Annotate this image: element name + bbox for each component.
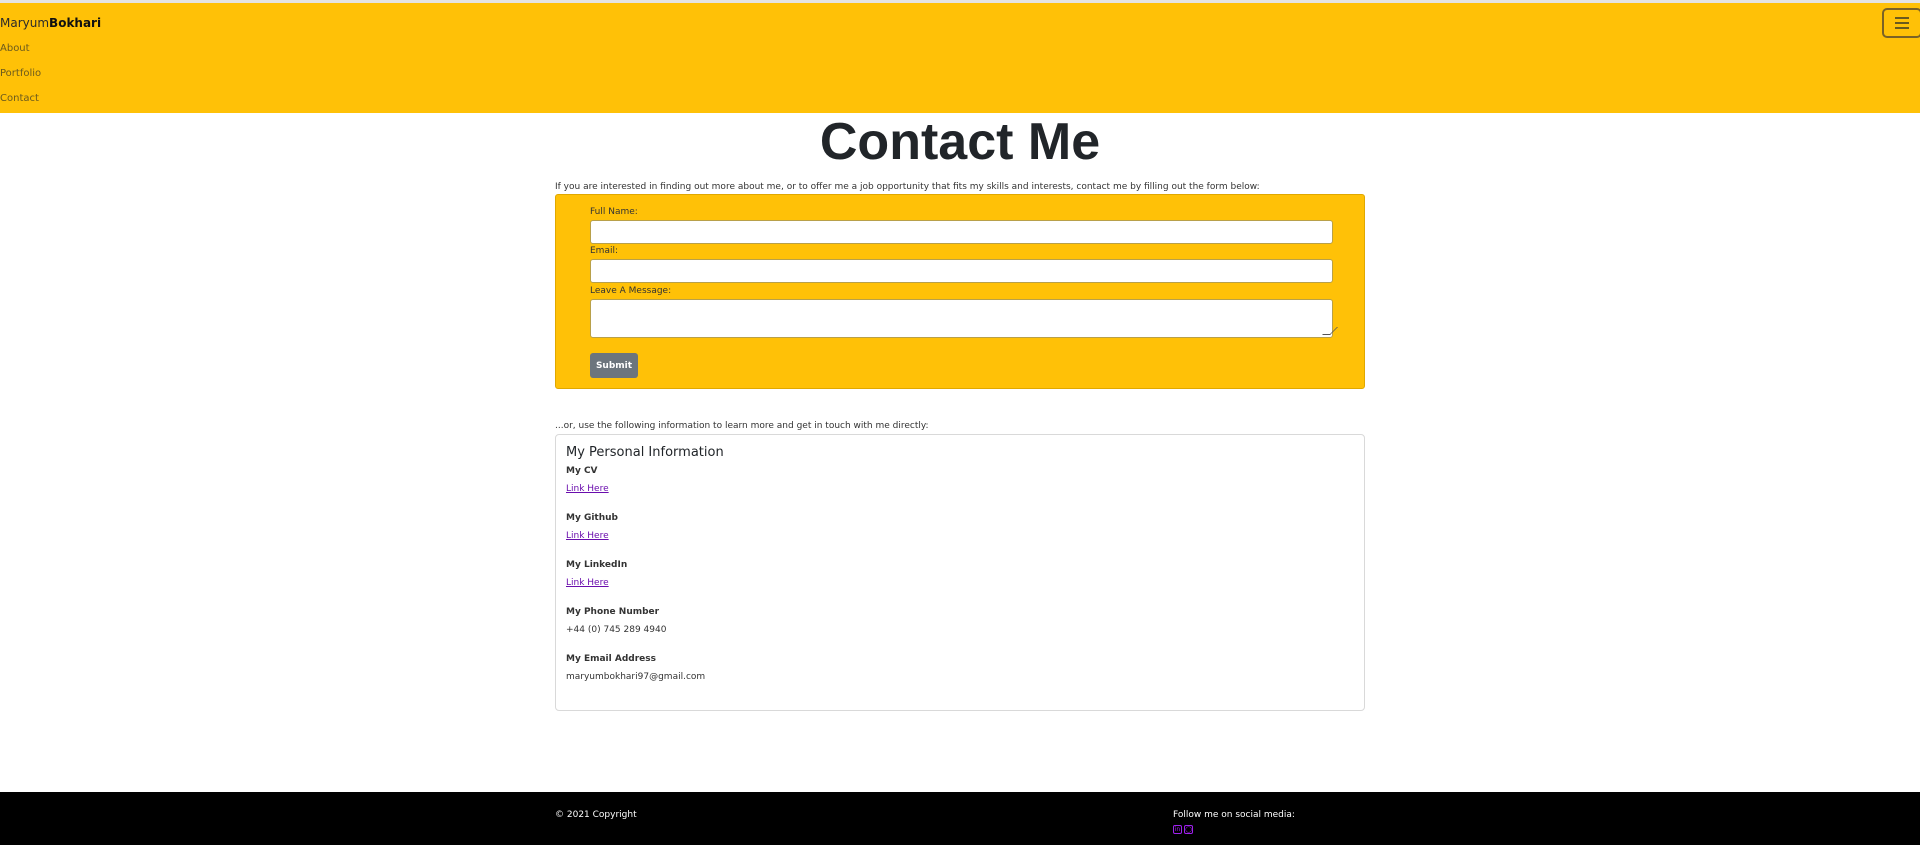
cv-label: My CV xyxy=(566,466,598,476)
resize-handle-icon[interactable] xyxy=(1322,327,1338,335)
hamburger-icon-line xyxy=(1895,27,1909,29)
nav-link-contact[interactable]: Contact xyxy=(0,93,39,104)
email-input[interactable] xyxy=(590,259,1333,283)
linkedin-link[interactable]: Link Here xyxy=(566,578,609,588)
brand-logo[interactable]: MaryumBokhari xyxy=(0,16,101,30)
linkedin-label: My LinkedIn xyxy=(566,560,628,570)
message-textarea[interactable] xyxy=(590,299,1338,338)
submit-button[interactable]: Submit xyxy=(590,353,638,378)
navbar: MaryumBokhari About Portfolio Contact xyxy=(0,0,1920,113)
email-address-value: maryumbokhari97@gmail.com xyxy=(566,672,706,682)
email-address-label: My Email Address xyxy=(566,654,656,664)
follow-text: Follow me on social media: xyxy=(1173,810,1295,820)
phone-label: My Phone Number xyxy=(566,607,660,617)
message-label: Leave A Message: xyxy=(590,286,672,296)
nav-link-portfolio[interactable]: Portfolio xyxy=(0,68,41,79)
phone-value: +44 (0) 745 289 4940 xyxy=(566,625,667,635)
or-text: ...or, use the following information to … xyxy=(555,421,929,431)
navbar-toggler-button[interactable] xyxy=(1882,8,1920,38)
hamburger-icon xyxy=(1895,17,1909,19)
brand-last: Bokhari xyxy=(49,16,102,30)
intro-text: If you are interested in finding out mor… xyxy=(555,182,1260,192)
copyright-text: © 2021 Copyright xyxy=(555,810,637,820)
email-label: Email: xyxy=(590,246,619,256)
brand-first: Maryum xyxy=(0,16,50,30)
linkedin-icon[interactable]: in xyxy=(1173,825,1182,834)
card-title: My Personal Information xyxy=(566,445,724,460)
nav-link-about[interactable]: About xyxy=(0,43,30,54)
page-title: Contact Me xyxy=(819,113,1101,171)
full-name-input[interactable] xyxy=(590,220,1333,244)
full-name-label: Full Name: xyxy=(590,207,638,217)
github-label: My Github xyxy=(566,513,618,523)
github-link[interactable]: Link Here xyxy=(566,531,609,541)
instagram-icon[interactable]: ◯ xyxy=(1184,825,1193,834)
contact-form: Full Name: Email: Leave A Message: Submi… xyxy=(555,194,1365,389)
hamburger-icon-line xyxy=(1895,22,1909,24)
cv-link[interactable]: Link Here xyxy=(566,484,609,494)
personal-info-card: My Personal Information My CV Link Here … xyxy=(555,434,1365,711)
footer: © 2021 Copyright Follow me on social med… xyxy=(0,792,1920,845)
